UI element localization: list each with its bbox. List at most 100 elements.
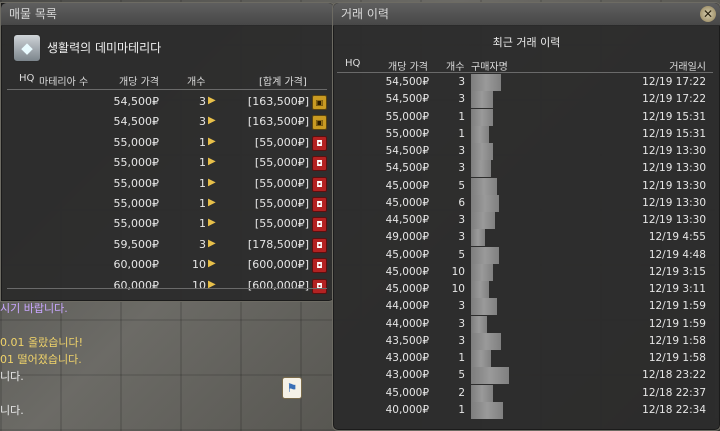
history-qty: 3	[458, 317, 465, 330]
history-date: 12/19 1:58	[648, 352, 706, 364]
history-unit-price: 54,500₽	[385, 145, 429, 157]
history-row: 44,500₽ 3 12/19 13:30	[333, 212, 720, 229]
redacted-buyer-name	[471, 143, 493, 160]
history-unit-price: 45,000₽	[385, 283, 429, 295]
listing-total: [55,000₽]	[254, 135, 309, 149]
history-qty: 1	[458, 352, 465, 364]
history-unit-price: 43,500₽	[385, 334, 429, 347]
listings-column-header: HQ 마테리아 수 개당 가격 개수 [합계 가격]	[1, 71, 334, 88]
listing-row[interactable]: 60,000₽ 10 ▶ [600,000₽] ◘	[1, 255, 334, 275]
history-qty: 3	[458, 214, 465, 226]
listing-unit-price: 54,500₽	[113, 115, 160, 129]
listing-row[interactable]: 60,000₽ 10 ▶ [600,000₽] ◘	[1, 276, 334, 296]
history-date: 12/18 22:34	[642, 403, 706, 416]
col-unit-price: 개당 가격	[388, 62, 428, 73]
retainer-icon: ◘	[312, 135, 327, 151]
listing-row[interactable]: 54,500₽ 3 ▶ [163,500₽] ▣	[1, 92, 334, 112]
history-title[interactable]: 거래 이력	[333, 3, 720, 26]
listings-title[interactable]: 매물 목록	[1, 3, 334, 26]
listing-total: [178,500₽]	[247, 237, 309, 251]
col-qty: 개수	[187, 77, 206, 88]
history-unit-price: 44,000₽	[385, 300, 429, 313]
history-date: 12/19 4:55	[648, 231, 706, 244]
scrollbar[interactable]	[715, 73, 718, 418]
listing-total: [55,000₽]	[254, 176, 309, 190]
listing-row[interactable]: 55,000₽ 1 ▶ [55,000₽] ◘	[1, 133, 334, 153]
history-date: 12/19 13:30	[642, 179, 706, 192]
col-qty: 개수	[446, 62, 465, 73]
history-qty: 3	[458, 162, 465, 175]
listing-qty: 3	[199, 237, 206, 251]
map-marker-icon[interactable]: ⚑	[282, 377, 302, 399]
history-qty: 5	[458, 179, 465, 192]
history-date: 12/19 3:11	[648, 283, 706, 295]
history-qty: 3	[458, 76, 465, 88]
listing-row[interactable]: 55,000₽ 1 ▶ [55,000₽] ◘	[1, 153, 334, 173]
history-qty: 5	[458, 369, 465, 382]
history-qty: 1	[458, 127, 465, 140]
history-date: 12/19 13:30	[642, 162, 706, 175]
history-row: 55,000₽ 1 12/19 15:31	[333, 125, 720, 143]
redacted-buyer-name	[471, 125, 489, 143]
listing-unit-price: 55,000₽	[113, 197, 160, 210]
listing-row[interactable]: 59,500₽ 3 ▶ [178,500₽] ◘	[1, 235, 334, 255]
history-date: 12/19 1:59	[648, 317, 706, 330]
retainer-icon: ◘	[312, 258, 327, 274]
chat-line: 0.01 올랐습니다!	[0, 336, 83, 349]
retainer-icon: ◘	[312, 197, 327, 212]
listing-total: [163,500₽]	[247, 115, 309, 129]
listing-row[interactable]: 55,000₽ 1 ▶ [55,000₽] ◘	[1, 214, 334, 234]
item-header: ◆ 생활력의 데미마테리다	[1, 26, 334, 66]
redacted-buyer-name	[471, 350, 491, 367]
redacted-buyer-name	[471, 194, 499, 212]
history-date: 12/19 15:31	[642, 110, 706, 123]
history-qty: 10	[451, 283, 465, 295]
history-row: 44,000₽ 3 12/19 1:59	[333, 298, 720, 316]
redacted-buyer-name	[471, 384, 493, 402]
listing-total: [163,500₽]	[247, 95, 309, 108]
history-unit-price: 54,500₽	[385, 162, 429, 175]
listing-row[interactable]: 55,000₽ 1 ▶ [55,000₽] ◘	[1, 174, 334, 194]
listing-qty: 1	[199, 135, 206, 149]
history-row: 49,000₽ 3 12/19 4:55	[333, 229, 720, 247]
listing-row[interactable]: 55,000₽ 1 ▶ [55,000₽] ◘	[1, 194, 334, 214]
history-unit-price: 55,000₽	[385, 110, 429, 123]
listing-total: [55,000₽]	[254, 217, 309, 231]
item-name: 생활력의 데미마테리다	[47, 41, 162, 55]
listing-unit-price: 55,000₽	[113, 217, 160, 231]
history-date: 12/19 4:48	[648, 248, 706, 261]
history-row: 54,500₽ 3 12/19 13:30	[333, 143, 720, 160]
redacted-buyer-name	[471, 315, 487, 333]
listing-unit-price: 55,000₽	[113, 176, 160, 190]
listing-row[interactable]: 54,500₽ 3 ▶ [163,500₽] ▣	[1, 112, 334, 132]
history-row: 54,500₽ 3 12/19 13:30	[333, 160, 720, 178]
history-row: 45,000₽ 2 12/18 22:37	[333, 384, 720, 402]
col-hq: HQ	[345, 58, 361, 69]
chat-line: 니다.	[0, 404, 24, 417]
play-arrow-icon: ▶	[208, 176, 216, 188]
history-date: 12/19 17:22	[642, 76, 706, 88]
history-date: 12/18 22:37	[642, 386, 706, 399]
redacted-buyer-name	[471, 212, 495, 229]
history-unit-price: 45,000₽	[385, 248, 429, 261]
close-icon[interactable]: ✕	[700, 6, 716, 22]
history-date: 12/19 13:30	[642, 196, 706, 209]
history-unit-price: 49,000₽	[385, 231, 429, 244]
divider	[7, 288, 327, 289]
history-row: 44,000₽ 3 12/19 1:59	[333, 315, 720, 333]
history-unit-price: 55,000₽	[385, 127, 429, 140]
divider	[337, 72, 713, 73]
history-row: 45,000₽ 10 12/19 3:15	[333, 263, 720, 281]
history-qty: 2	[458, 386, 465, 399]
history-row: 45,000₽ 5 12/19 4:48	[333, 246, 720, 264]
chat-line: 시기 바랍니다.	[0, 302, 68, 315]
history-unit-price: 40,000₽	[385, 403, 429, 416]
listing-total: [600,000₽]	[247, 258, 309, 272]
history-row: 54,500₽ 3 12/19 17:22	[333, 91, 720, 109]
chat-line: 니다.	[0, 370, 24, 383]
history-qty: 3	[458, 93, 465, 106]
redacted-buyer-name	[471, 332, 501, 350]
history-date: 12/18 23:22	[642, 369, 706, 382]
history-row: 43,000₽ 5 12/18 23:22	[333, 367, 720, 385]
listing-qty: 10	[192, 258, 206, 272]
